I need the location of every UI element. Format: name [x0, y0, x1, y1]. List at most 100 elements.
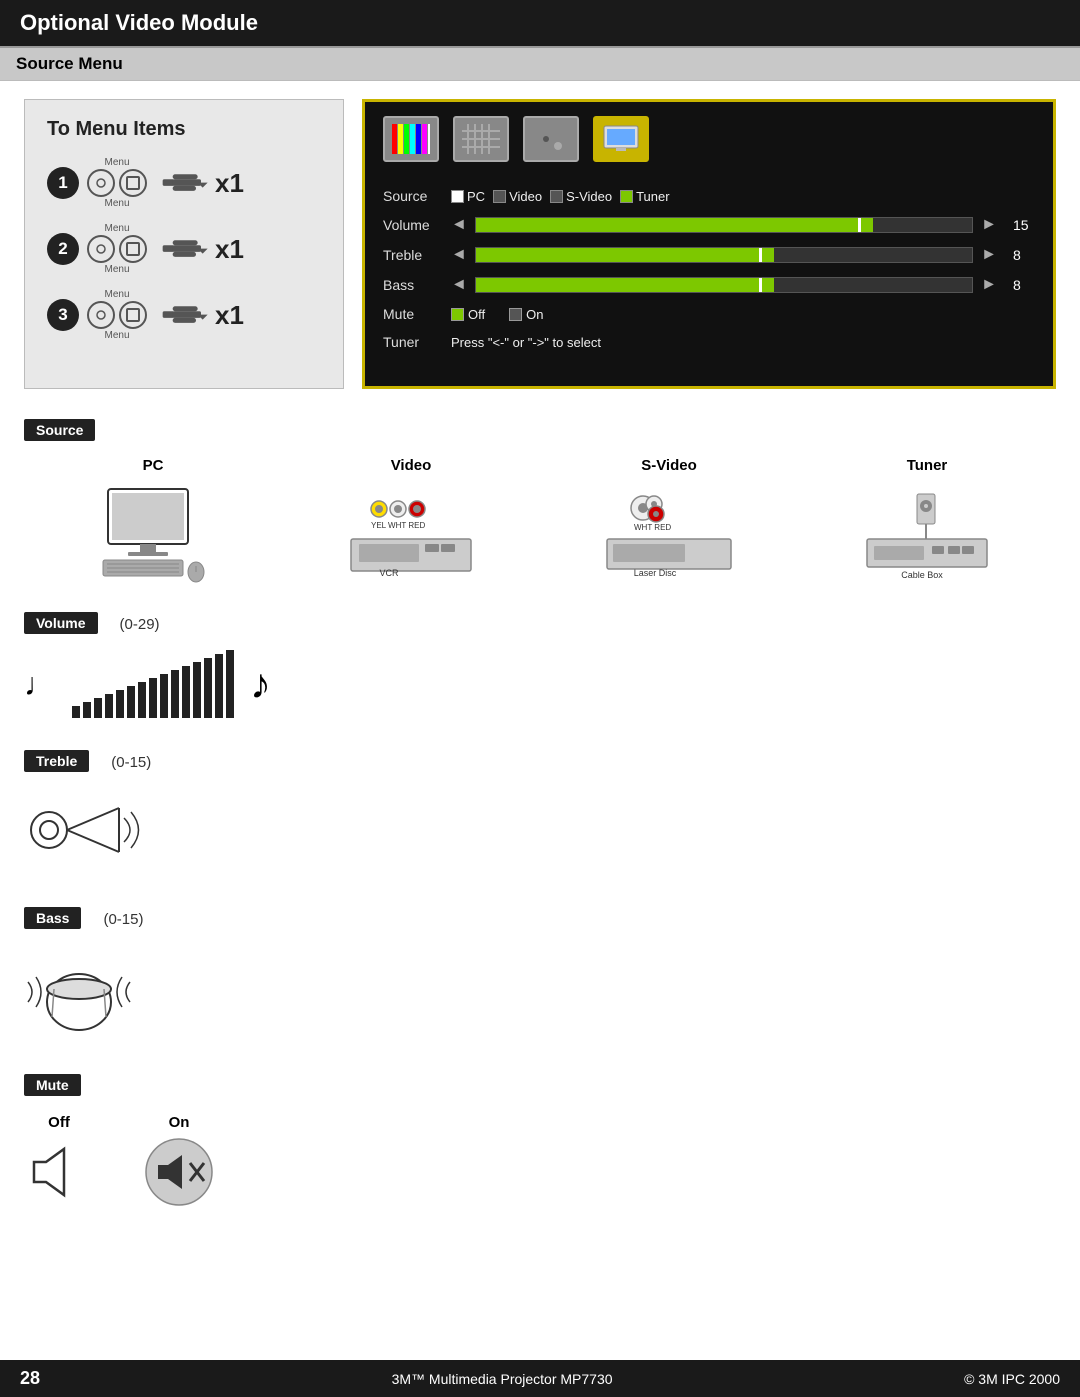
source-dot-svideo	[550, 190, 563, 203]
menu-circle-icon-3	[87, 301, 115, 329]
vol-bar-7	[138, 682, 146, 718]
volume-left-arrow: ◄	[451, 216, 467, 234]
volume-section: Volume (0-29) ♩	[24, 604, 1056, 718]
svg-text:Cable Box: Cable Box	[901, 570, 943, 580]
page-footer: 28 3M™ Multimedia Projector MP7730 © 3M …	[0, 1360, 1080, 1397]
menu-circle-icon-2	[87, 235, 115, 263]
source-dot-pc	[451, 190, 464, 203]
step-label-menu1b: Menu	[104, 198, 129, 209]
source-svideo-label: S-Video	[566, 189, 612, 204]
mute-on-option: On	[509, 307, 543, 322]
footer-title: 3M™ Multimedia Projector MP7730	[392, 1371, 613, 1387]
device-video-label: Video	[391, 457, 432, 474]
volume-bars	[72, 650, 234, 718]
hand-arrow-3: x1	[161, 296, 244, 334]
source-video: Video	[493, 189, 542, 204]
menu-square-icon-3	[119, 301, 147, 329]
treble-marker	[759, 248, 762, 262]
menu-mute-label: Mute	[383, 306, 451, 322]
menu-mute-row: Mute Off On	[383, 306, 1035, 322]
x1-label-1: x1	[215, 168, 244, 199]
menu-treble-row: Treble ◄ ► 8	[383, 246, 1035, 264]
device-pc-img	[83, 484, 223, 584]
menu-icon-monitor	[593, 116, 649, 162]
source-dot-tuner	[620, 190, 633, 203]
source-pc-label: PC	[467, 189, 485, 204]
menu-tuner-label: Tuner	[383, 334, 451, 350]
source-pc: PC	[451, 189, 485, 204]
vol-bar-12	[193, 662, 201, 718]
treble-value: 8	[1013, 247, 1035, 263]
source-badge: Source	[24, 419, 95, 441]
source-svideo: S-Video	[550, 189, 612, 204]
vol-bar-1	[72, 706, 80, 718]
vol-bar-3	[94, 698, 102, 718]
mute-on-col: On	[144, 1114, 214, 1207]
menu-volume-row: Volume ◄ ► 15	[383, 216, 1035, 234]
step-label-menu2: Menu	[104, 223, 129, 234]
treble-section: Treble (0-15)	[24, 742, 1056, 875]
menu-tuner-content: Press "<-" or "->" to select	[451, 335, 1035, 350]
mute-badge: Mute	[24, 1074, 81, 1096]
step-label-menu3b: Menu	[104, 330, 129, 341]
device-svideo-label: S-Video	[641, 457, 697, 474]
vol-bar-8	[149, 678, 157, 718]
source-badge-row: Source	[24, 411, 1056, 451]
hand-icon-1	[161, 164, 211, 202]
menu-circle-icon-1	[87, 169, 115, 197]
mute-off-label: Off	[48, 1114, 70, 1131]
footer-page-number: 28	[20, 1368, 40, 1389]
device-video-img: YEL WHT RED VCR	[341, 484, 481, 584]
svg-text:YEL WHT RED: YEL WHT RED	[371, 521, 425, 530]
treble-range: (0-15)	[111, 754, 151, 771]
device-tuner: Tuner Cable	[798, 457, 1056, 584]
vol-bar-5	[116, 690, 124, 718]
menu-volume-content: ◄ ► 15	[451, 216, 1035, 234]
device-video: Video YEL WHT RED	[282, 457, 540, 584]
diagram-row: To Menu Items 1 Menu Menu	[24, 99, 1056, 389]
mute-off-col: Off	[24, 1114, 94, 1207]
step-number-1: 1	[47, 167, 79, 199]
menu-icons-row	[383, 116, 1035, 170]
volume-badge-row: Volume (0-29)	[24, 604, 1056, 644]
volume-fill	[476, 218, 873, 232]
volume-value: 15	[1013, 217, 1035, 233]
bass-right-arrow: ►	[981, 276, 997, 294]
header-title: Optional Video Module	[20, 10, 258, 35]
device-svideo-img: WHT RED Laser Disc	[599, 484, 739, 584]
menu-source-content: PC Video S-Video Tuner	[451, 189, 1035, 204]
music-note-right: ♪	[250, 660, 271, 708]
vol-bar-13	[204, 658, 212, 718]
menu-treble-content: ◄ ► 8	[451, 246, 1035, 264]
bass-badge: Bass	[24, 907, 81, 929]
section-title: Source Menu	[16, 54, 123, 73]
mute-off-dot	[451, 308, 464, 321]
step-icons-1: Menu Menu	[87, 157, 147, 209]
treble-right-arrow: ►	[981, 246, 997, 264]
source-section: Source PC	[24, 411, 1056, 584]
device-tuner-img: Cable Box	[857, 484, 997, 584]
menu-bass-row: Bass ◄ ► 8	[383, 276, 1035, 294]
step-label-menu2b: Menu	[104, 264, 129, 275]
vol-bar-2	[83, 702, 91, 718]
bass-value: 8	[1013, 277, 1035, 293]
svg-text:WHT RED: WHT RED	[634, 523, 671, 532]
volume-badge: Volume	[24, 612, 98, 634]
vol-bar-10	[171, 670, 179, 718]
svg-text:VCR: VCR	[379, 568, 399, 578]
footer-copyright: © 3M IPC 2000	[964, 1371, 1060, 1387]
mute-off-label: Off	[468, 307, 485, 322]
speaker-off-icon	[24, 1137, 94, 1207]
mute-off-option: Off	[451, 307, 485, 322]
treble-icon-row	[24, 790, 1056, 875]
mute-on-label: On	[526, 307, 543, 322]
step-label-menu1: Menu	[104, 157, 129, 168]
bass-fill	[476, 278, 774, 292]
menu-step-3: 3 Menu Menu	[47, 289, 321, 341]
vcr-svg: YEL WHT RED VCR	[341, 484, 481, 584]
step-icons-2: Menu Menu	[87, 223, 147, 275]
step-label-menu3: Menu	[104, 289, 129, 300]
hand-arrow-2: x1	[161, 230, 244, 268]
vol-bar-14	[215, 654, 223, 718]
page-header: Optional Video Module	[0, 0, 1080, 46]
